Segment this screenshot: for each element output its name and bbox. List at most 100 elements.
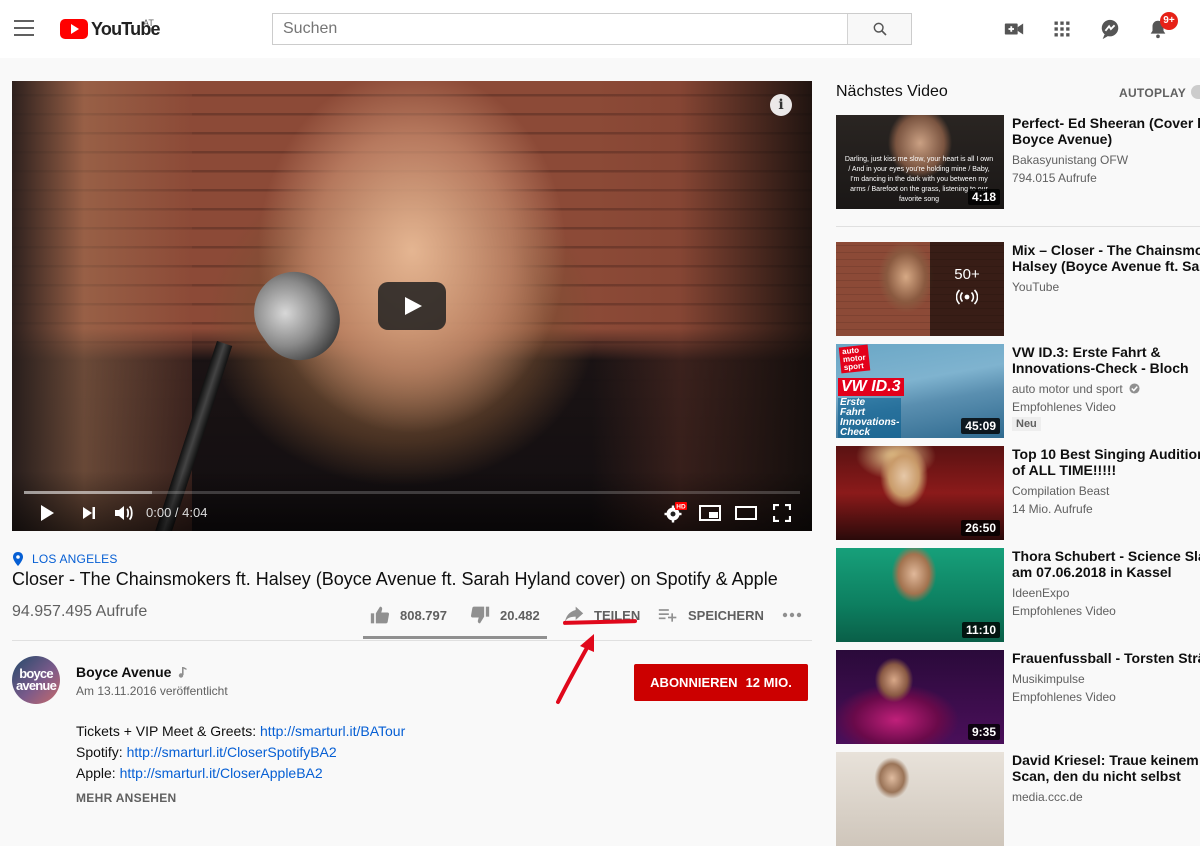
miniplayer-button[interactable] (698, 501, 722, 525)
location-link[interactable]: LOS ANGELES (12, 552, 118, 566)
location-label: LOS ANGELES (32, 552, 118, 566)
publish-date: Am 13.11.2016 veröffentlicht (76, 684, 228, 698)
chat-bubble-icon (1101, 19, 1119, 40)
search-input[interactable] (273, 14, 847, 44)
sidebar-separator (836, 226, 1200, 227)
title-line: VW ID.3: Erste Fahrt & (1012, 344, 1161, 360)
description-line: Tickets + VIP Meet & Greets: http://smar… (76, 721, 405, 742)
more-horizontal-icon (782, 612, 802, 618)
description-text: Tickets + VIP Meet & Greets: (76, 723, 261, 739)
title-line: Boyce Avenue) (1012, 131, 1113, 147)
video-meta: 794.015 Aufrufe (1012, 171, 1097, 185)
channel-name: Musikimpulse (1012, 672, 1085, 686)
like-ratio-bar (363, 636, 547, 639)
more-actions-button[interactable] (782, 603, 802, 627)
title-line: Frauenfussball - Torsten Sträter (1012, 650, 1200, 666)
channel-name: Boyce Avenue (76, 664, 172, 680)
subscribe-button[interactable]: ABONNIEREN 12 MIO. (634, 664, 808, 701)
create-video-button[interactable] (1002, 17, 1026, 41)
theater-mode-button[interactable] (734, 501, 758, 525)
messages-button[interactable] (1098, 17, 1122, 41)
channel-name-link[interactable]: Boyce Avenue (76, 664, 187, 680)
up-next-heading: Nächstes Video (836, 83, 948, 100)
video-meta: Empfohlenes Video (1012, 604, 1116, 618)
video-title: Perfect- Ed Sheeran (Cover by Boyce Avenu… (1012, 115, 1200, 147)
title-line: Perfect- Ed Sheeran (Cover by (1012, 115, 1200, 131)
apps-button[interactable] (1050, 17, 1074, 41)
video-thumbnail[interactable]: 26:50 (836, 446, 1004, 540)
recommended-video[interactable]: David Kriesel: Traue keinem Scan, den du … (836, 752, 1200, 846)
video-title: Thora Schubert - Science Slam am 07.06.20… (1012, 548, 1200, 580)
apple-link[interactable]: http://smarturl.it/CloserAppleBA2 (120, 765, 323, 781)
like-button[interactable]: 808.797 (370, 603, 447, 627)
save-button[interactable]: SPEICHERN (658, 603, 764, 627)
channel-avatar[interactable]: boyce avenue (12, 656, 60, 704)
title-line: Halsey (Boyce Avenue ft. Sarah (1012, 258, 1200, 274)
volume-button[interactable] (112, 501, 136, 525)
region-code: AT (143, 18, 154, 28)
title-line: of ALL TIME!!!!! (1012, 462, 1117, 478)
avatar-text: boyce avenue (16, 666, 57, 693)
recommended-video[interactable]: 26:50 Top 10 Best Singing Auditions of AL… (836, 446, 1200, 540)
info-icon[interactable]: i (770, 94, 792, 116)
title-line: David Kriesel: Traue keinem (1012, 752, 1199, 768)
view-count: 94.957.495 Aufrufe (12, 603, 148, 620)
top-bar: YouTube AT 9+ (0, 0, 1200, 58)
fullscreen-button[interactable] (770, 501, 794, 525)
video-thumbnail[interactable]: 50+ (836, 242, 1004, 336)
progress-loaded (24, 491, 153, 494)
video-title: Mix – Closer - The ChainsmokersHalsey (B… (1012, 242, 1200, 274)
gear-icon: HD (664, 502, 687, 523)
autoplay-toggle[interactable] (1191, 85, 1200, 99)
spotify-link[interactable]: http://smarturl.it/CloserSpotifyBA2 (127, 744, 337, 760)
channel-name: Bakasyunistang OFW (1012, 153, 1129, 167)
recommended-video[interactable]: 11:10 Thora Schubert - Science Slam am 07… (836, 548, 1200, 642)
video-thumbnail[interactable]: 9:35 (836, 650, 1004, 744)
show-more-button[interactable]: MEHR ANSEHEN (76, 791, 177, 805)
dislike-button[interactable]: 20.482 (470, 603, 540, 627)
recommended-video[interactable]: auto motor sport VW ID.3 Erste Fahrt Innovat… (836, 344, 1200, 438)
settings-button[interactable]: HD (662, 501, 688, 525)
video-duration: 26:50 (961, 520, 1000, 536)
channel-name: Compilation Beast (1012, 484, 1110, 498)
brand-line: sport (843, 361, 865, 373)
video-meta: 14 Mio. Aufrufe (1012, 502, 1093, 516)
video-player[interactable]: i 0:00 / 4:04 HD (12, 81, 812, 531)
video-thumbnail[interactable]: 11:10 (836, 548, 1004, 642)
music-note-icon (179, 667, 187, 678)
video-thumbnail[interactable]: auto motor sport VW ID.3 Erste Fahrt Innovat… (836, 344, 1004, 438)
video-frame-shade-left (12, 81, 192, 531)
search-button[interactable] (847, 14, 911, 44)
video-thumbnail[interactable] (836, 752, 1004, 846)
recommended-video[interactable]: Darling, just kiss me slow, your heart i… (836, 115, 1200, 209)
next-button[interactable] (78, 501, 100, 525)
annotation-arrow (556, 634, 594, 704)
video-title: VW ID.3: Erste Fahrt & Innovations-Check … (1012, 344, 1200, 376)
youtube-logo-icon (60, 19, 88, 39)
video-thumbnail[interactable]: Darling, just kiss me slow, your heart i… (836, 115, 1004, 209)
tickets-link[interactable]: http://smarturl.it/BATour (260, 723, 405, 739)
title-line: Thora Schubert - Science Slam (1012, 548, 1200, 564)
skip-next-icon (83, 507, 95, 519)
thumbnail-brand: auto motor sport (838, 344, 870, 374)
title-line: Top 10 Best Singing Auditions (1012, 446, 1200, 462)
recommended-mix[interactable]: 50+ Mix – Closer - The ChainsmokersHalse… (836, 242, 1200, 336)
new-badge: Neu (1012, 417, 1041, 431)
video-title: Closer - The Chainsmokers ft. Halsey (Bo… (12, 569, 778, 589)
playlist-add-icon (658, 609, 677, 622)
save-label: SPEICHERN (688, 607, 764, 623)
video-meta: Empfohlenes Video (1012, 690, 1116, 704)
progress-bar[interactable] (24, 491, 800, 494)
channel-name: YouTube (1012, 280, 1060, 294)
video-meta: Empfohlenes Video (1012, 400, 1116, 414)
description-line: Apple: http://smarturl.it/CloserAppleBA2 (76, 763, 405, 784)
large-play-button[interactable] (378, 282, 446, 330)
play-button[interactable] (36, 501, 58, 525)
recommended-video[interactable]: 9:35 Frauenfussball - Torsten Sträter Mu… (836, 650, 1200, 744)
video-title: Top 10 Best Singing Auditions of ALL TIME… (1012, 446, 1200, 478)
play-icon (41, 505, 54, 521)
like-count: 808.797 (400, 607, 447, 623)
menu-icon[interactable] (14, 20, 34, 36)
search-icon (873, 22, 887, 36)
thumbs-down-icon (470, 606, 490, 624)
